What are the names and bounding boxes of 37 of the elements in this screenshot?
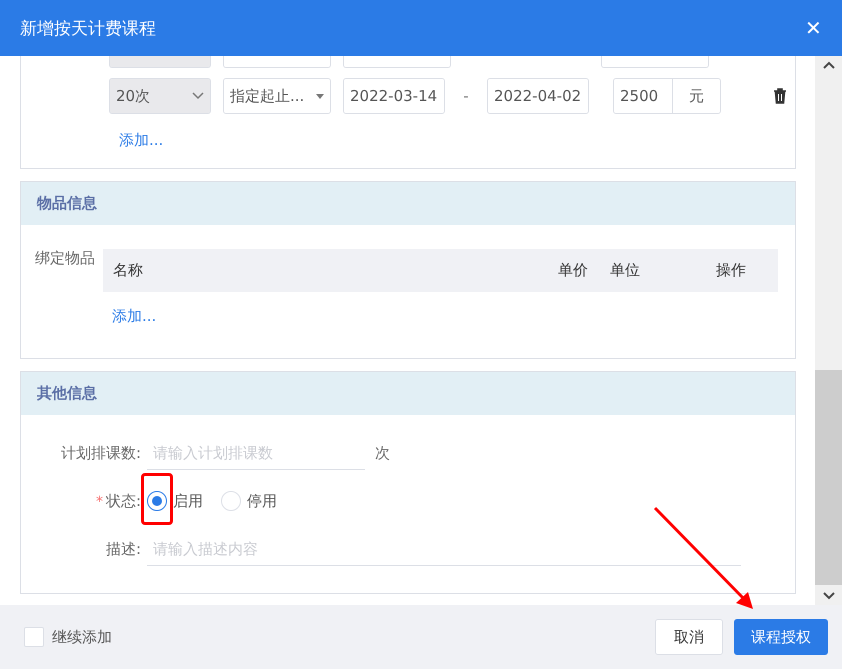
required-mark: * xyxy=(96,494,103,510)
add-link[interactable]: 添加... xyxy=(112,307,156,325)
field-label: 计划排课数: xyxy=(60,444,142,462)
add-link[interactable]: 添加... xyxy=(119,131,164,149)
continue-checkbox[interactable]: 继续添加 xyxy=(24,627,112,647)
field-label: 状态: xyxy=(106,492,141,510)
status-radio[interactable]: 启用 xyxy=(147,491,203,511)
trash-icon[interactable] xyxy=(773,88,787,104)
cancel-button[interactable]: 取消 xyxy=(655,619,723,655)
scrollbar[interactable] xyxy=(815,56,842,605)
chevron-down-icon xyxy=(192,92,204,100)
column-header: 单位 xyxy=(610,261,641,280)
close-button[interactable]: ✕ xyxy=(805,16,822,40)
count-select[interactable]: 20次 xyxy=(109,78,211,114)
start-date-field[interactable]: 2022-03-14 xyxy=(343,78,445,114)
mode-select[interactable]: 指定起止... xyxy=(223,78,331,114)
unit-label: 次 xyxy=(375,444,390,462)
radio-dot[interactable] xyxy=(147,491,167,511)
confirm-button[interactable]: 课程授权 xyxy=(734,619,828,655)
field-label: 绑定物品 xyxy=(35,249,95,269)
column-header: 单价 xyxy=(558,261,589,280)
dialog-title: 新增按天计费课程 xyxy=(20,18,156,40)
column-header: 操作 xyxy=(716,261,747,280)
highlight-box xyxy=(141,473,173,525)
column-header: 名称 xyxy=(113,261,144,280)
chevron-up-icon[interactable] xyxy=(822,60,836,70)
range-separator: - xyxy=(462,87,470,105)
status-radio[interactable]: 停用 xyxy=(221,491,277,511)
field-label: 描述: xyxy=(104,540,142,558)
caret-down-icon xyxy=(316,94,324,98)
scrollbar-thumb[interactable] xyxy=(815,370,842,585)
chevron-down-icon[interactable] xyxy=(822,591,836,601)
amount-field[interactable]: 2500 元 xyxy=(613,78,721,114)
section-title: 其他信息 xyxy=(37,384,97,403)
end-date-field[interactable]: 2022-04-02 xyxy=(487,78,589,114)
section-title: 物品信息 xyxy=(37,194,97,213)
checkbox[interactable] xyxy=(24,627,44,647)
